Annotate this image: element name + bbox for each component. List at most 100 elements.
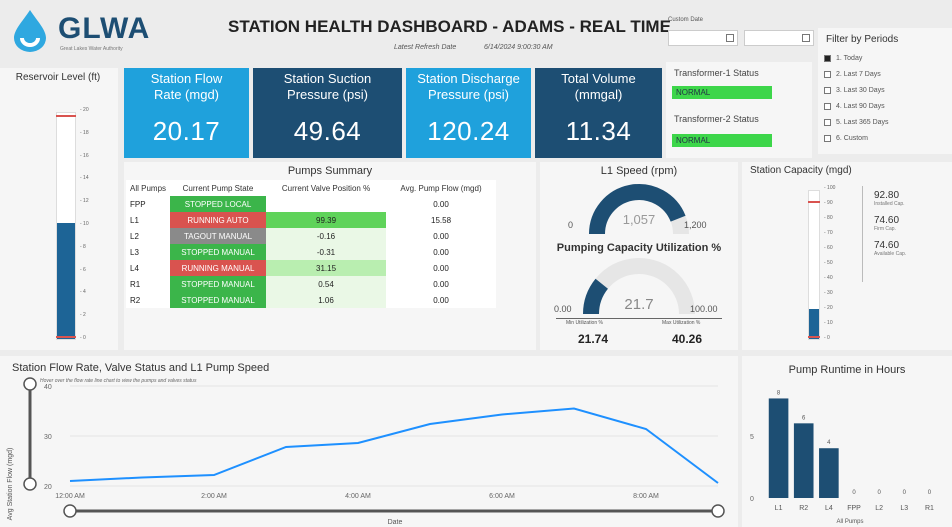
min-utilization-label: Min Utilization % [566,320,603,326]
col-pump-state[interactable]: Current Pump State [170,180,266,196]
transformer-2-status: NORMAL [672,134,772,147]
x-tick-label: 6:00 AM [489,493,515,500]
capacity-stat-value: 92.80 [874,190,900,201]
utilization-title: Pumping Capacity Utilization % [556,242,722,254]
pump-state-cell: RUNNING MANUAL [170,260,267,276]
installed-cap-marker [808,201,820,203]
kpi-discharge-pressure-value: 120.24 [427,116,510,146]
table-row[interactable]: L4 RUNNING MANUAL 31.15 0.00 [126,260,496,276]
custom-date-start[interactable] [668,30,738,46]
pump-name-cell: R2 [130,295,141,305]
filter-option[interactable]: 6. Custom [824,130,889,146]
bar-data-label: 6 [802,415,806,421]
pump-name-cell: L2 [130,231,139,241]
tick-label: - 10 [824,320,833,326]
table-row[interactable]: L2 TAGOUT MANUAL -0.16 0.00 [126,228,496,244]
utilization-panel: Pumping Capacity Utilization % 21.7 0.00… [540,238,738,350]
reservoir-min-marker [56,336,76,338]
table-row[interactable]: R1 STOPPED MANUAL 0.54 0.00 [126,276,496,292]
runtime-bar[interactable] [819,448,839,498]
bar-data-label: 4 [827,440,831,446]
flow-rate-line[interactable] [69,407,719,484]
capacity-stat-label: Installed Cap. [874,201,905,207]
col-valve-position[interactable]: Current Valve Position % [266,180,386,196]
page-title: STATION HEALTH DASHBOARD - ADAMS - REAL … [228,17,671,36]
pumps-summary-title: Pumps Summary [287,165,373,177]
capacity-stat: 74.60 Firm Cap. [874,215,906,232]
x-tick-label: 2:00 AM [201,493,227,500]
checkbox-icon[interactable] [824,134,831,142]
filter-option-label: 4. Last 90 Days [836,102,885,110]
pump-state-cell: STOPPED MANUAL [170,244,267,260]
checkbox-icon[interactable] [824,70,831,78]
pumps-table: All Pumps Current Pump State Current Val… [126,180,497,308]
pump-flow-cell: 0.00 [433,295,449,305]
filter-option-label: 2. Last 7 Days [836,70,881,78]
col-avg-flow[interactable]: Avg. Pump Flow (mgd) [386,180,496,196]
l1-speed-panel: L1 Speed (rpm) 1,057 0 1,200 [540,162,738,238]
valve-position-cell: 0.54 [266,276,387,292]
filter-option[interactable]: 3. Last 30 Days [824,82,889,98]
y-tick-label: 20 [44,484,52,491]
tick-label: - 100 [824,185,836,191]
capacity-panel: Station Capacity (mgd) - 100 - 90 - 80 - 70… [742,162,952,350]
filter-option[interactable]: 2. Last 7 Days [824,66,889,82]
runtime-bar[interactable] [793,423,814,498]
tick-label: - 50 [824,260,833,266]
table-row[interactable]: FPP STOPPED LOCAL 0.00 [126,196,496,212]
water-drop-icon [14,10,46,52]
kpi-discharge-pressure: Station Discharge Pressure (psi) 120.24 [406,68,531,158]
x-tick-label: L1 [775,505,783,512]
kpi-flow-rate-value: 20.17 [152,116,221,146]
vertical-slider-handle-bottom[interactable] [23,477,37,491]
reservoir-max-marker [56,115,76,117]
logo: GLWA Great Lakes Water Authority [8,8,158,52]
refresh-value: 6/14/2024 9:00:30 AM [484,44,553,51]
runtime-bar[interactable] [768,398,789,498]
x-tick-label: L2 [875,505,883,512]
tick-label: - 30 [824,290,833,296]
checkbox-icon[interactable] [824,86,831,94]
pump-name-cell: R1 [130,279,141,289]
tick-label: - 16 [80,152,89,159]
horizontal-slider-handle-right[interactable] [711,504,725,518]
min-cap-marker [808,336,820,338]
tick-label: - 12 [80,198,89,205]
utilization-divider [556,318,722,319]
custom-date-label: Custom Date [668,17,704,23]
pump-flow-cell: 0.00 [433,231,449,241]
kpi-total-volume: Total Volume (mmgal) 11.34 [535,68,662,158]
filter-option[interactable]: 1. Today [824,50,889,66]
checkbox-icon[interactable] [824,102,831,110]
custom-date-end[interactable] [744,30,814,46]
runtime-x-axis-label: All Pumps [836,519,863,525]
calendar-icon[interactable] [726,34,734,42]
capacity-tank [808,190,820,340]
filter-option[interactable]: 5. Last 365 Days [824,114,889,130]
calendar-icon[interactable] [802,34,810,42]
table-row[interactable]: R2 STOPPED MANUAL 1.06 0.00 [126,292,496,308]
vertical-slider-handle-top[interactable] [23,377,37,391]
table-row[interactable]: L1 RUNNING AUTO 99.39 15.58 [126,212,496,228]
table-row[interactable]: L3 STOPPED MANUAL -0.31 0.00 [126,244,496,260]
checkbox-icon[interactable] [824,118,831,126]
col-all-pumps[interactable]: All Pumps [126,180,170,196]
kpi-total-volume-value: 11.34 [565,116,632,146]
checkbox-icon[interactable] [824,54,831,62]
filter-list: 1. Today 2. Last 7 Days 3. Last 30 Days 4. … [824,50,889,146]
x-tick-label: 4:00 AM [345,493,371,500]
flow-line-chart[interactable]: Avg Station Flow (mgd) Date 40 30 2012:00 … [0,356,738,527]
tick-label: - 6 [80,266,86,273]
transformer-1-status: NORMAL [672,86,772,99]
reservoir-tank [56,112,76,340]
kpi-suction-pressure-title: Station Suction Pressure (psi) [283,71,372,102]
y-tick-label: 30 [44,434,52,441]
y-tick-label: 5 [750,434,754,441]
pump-name-cell: FPP [130,199,146,209]
horizontal-slider-handle-left[interactable] [63,504,77,518]
reservoir-ticks: - 20 - 18 - 16 - 14 - 12 - 10 - 8 - 6 - 4 - 2 - 0 [80,107,100,341]
utilization-min: 0.00 [554,304,572,314]
filter-option[interactable]: 4. Last 90 Days [824,98,889,114]
runtime-bar-chart[interactable]: All Pumps 5 0 8 L1 6 R2 4 L4 0 FPP 0 L2 0 L3 0 R1 [742,356,952,527]
tick-label: - 0 [80,335,86,341]
